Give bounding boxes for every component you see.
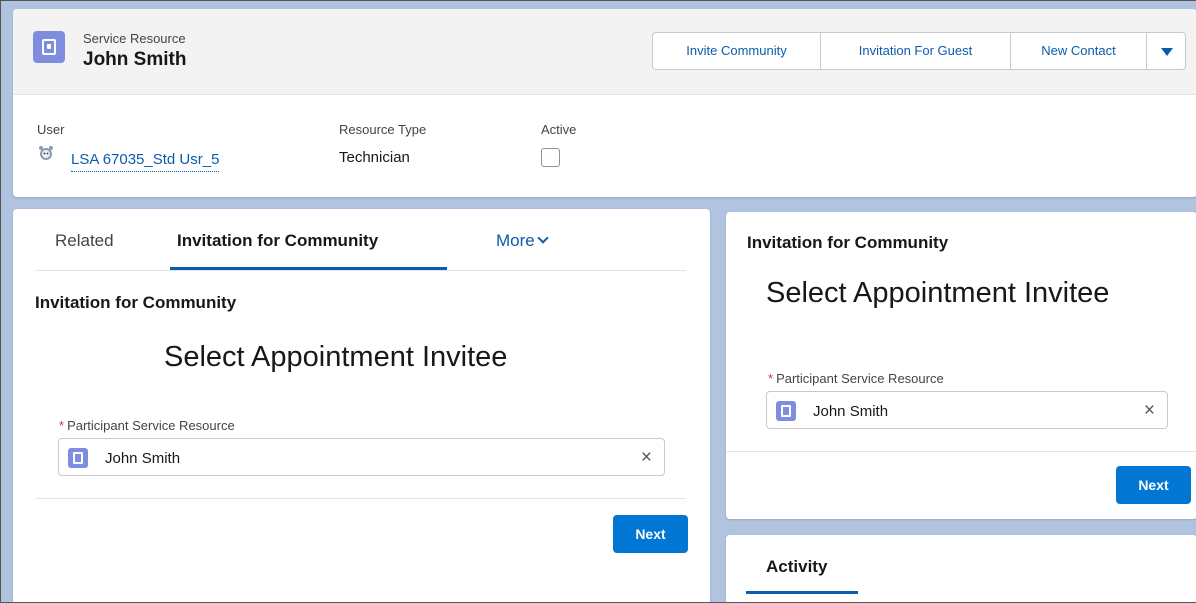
user-link[interactable]: LSA 67035_Std Usr_5 (71, 151, 220, 172)
more-actions-dropdown-button[interactable] (1147, 33, 1185, 69)
flow-heading: Select Appointment Invitee (164, 341, 508, 373)
resource-type-label: Resource Type (339, 122, 427, 137)
tab-activity[interactable]: Activity (766, 557, 827, 577)
participant-lookup-field[interactable]: John Smith × (766, 391, 1168, 429)
tab-more-label: More (496, 231, 535, 250)
service-resource-icon (68, 448, 88, 468)
tab-more[interactable]: More (496, 231, 549, 251)
participant-field-label: * Participant Service Resource (768, 371, 944, 386)
detail-tabs-card: Related Invitation for Community More In… (13, 209, 710, 602)
footer-divider (35, 498, 686, 499)
action-button-group: Invite Community Invitation For Guest Ne… (652, 32, 1186, 70)
service-resource-icon (33, 31, 65, 63)
user-avatar-icon (39, 146, 53, 160)
next-button[interactable]: Next (613, 515, 688, 553)
tab-invitation-for-community[interactable]: Invitation for Community (177, 231, 378, 251)
participant-lookup-field[interactable]: John Smith × (58, 438, 665, 476)
record-title: John Smith (83, 49, 187, 70)
activity-card: Activity (726, 535, 1196, 602)
active-checkbox[interactable] (541, 148, 560, 167)
record-header-top: Service Resource John Smith Invite Commu… (13, 9, 1196, 95)
tab-divider (35, 270, 686, 271)
required-asterisk: * (768, 371, 774, 386)
participant-field-label-text: Participant Service Resource (776, 371, 944, 386)
active-tab-indicator (746, 591, 858, 594)
record-header: Service Resource John Smith Invite Commu… (13, 9, 1196, 197)
section-title: Invitation for Community (747, 233, 949, 252)
invite-community-button[interactable]: Invite Community (653, 33, 821, 69)
next-button[interactable]: Next (1116, 466, 1191, 504)
flow-heading: Select Appointment Invitee (766, 277, 1110, 309)
service-resource-icon (776, 401, 796, 421)
section-title: Invitation for Community (35, 293, 237, 312)
page-background: Service Resource John Smith Invite Commu… (0, 0, 1196, 603)
invitation-side-card: Invitation for Community Select Appointm… (726, 212, 1196, 519)
selected-participant: John Smith (813, 403, 889, 420)
required-asterisk: * (59, 418, 65, 433)
object-label: Service Resource (83, 31, 186, 46)
participant-field-label: * Participant Service Resource (59, 418, 235, 433)
active-field-label: Active (541, 122, 577, 137)
new-contact-button[interactable]: New Contact (1011, 33, 1147, 69)
tab-related[interactable]: Related (55, 231, 114, 251)
selected-participant: John Smith (105, 450, 181, 467)
caret-down-icon (1161, 48, 1173, 56)
chevron-down-icon (537, 232, 549, 244)
resource-type-value: Technician (339, 149, 410, 166)
user-field-label: User (37, 122, 65, 137)
participant-field-label-text: Participant Service Resource (67, 418, 235, 433)
clear-selection-icon[interactable]: × (641, 447, 652, 469)
footer-divider (726, 451, 1196, 452)
invitation-for-guest-button[interactable]: Invitation For Guest (821, 33, 1011, 69)
clear-selection-icon[interactable]: × (1144, 400, 1155, 422)
